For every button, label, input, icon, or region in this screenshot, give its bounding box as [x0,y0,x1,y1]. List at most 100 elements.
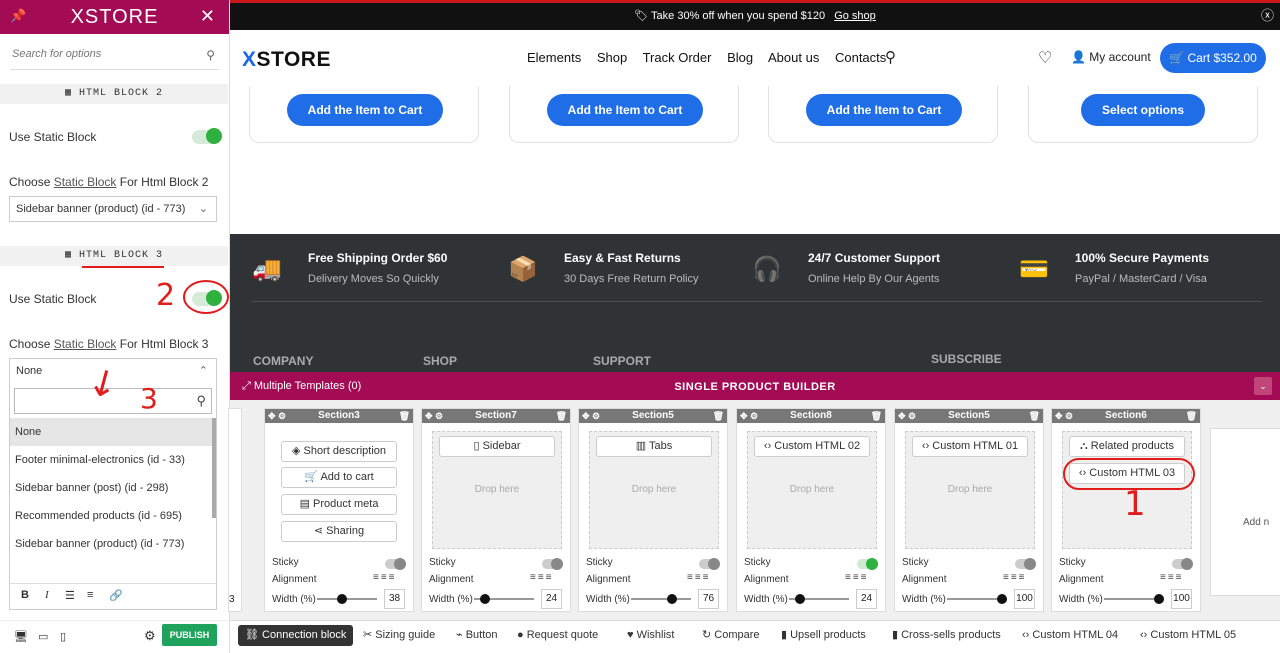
dropdown-scrollbar[interactable] [212,418,216,518]
width-value[interactable]: 24 [856,589,877,609]
section-header[interactable]: ✥ ⚙ Section5 🗑 [579,409,727,423]
drop-zone[interactable]: ‹› Custom HTML 02 Drop here [747,431,877,549]
section-header[interactable]: ✥ ⚙ Section5 🗑 [895,409,1043,423]
nav-contacts[interactable]: Contacts [835,50,886,65]
trash-icon[interactable]: 🗑 [399,409,410,423]
link-icon[interactable]: 🔗 [109,589,123,602]
nav-shop[interactable]: Shop [597,50,627,65]
move-settings-icon[interactable]: ✥ ⚙ [740,409,758,423]
chevron-down-icon[interactable]: ⌄ [1254,377,1272,395]
static-block-link[interactable]: Static Block [54,175,117,189]
section-header[interactable]: ✥ ⚙ Section8 🗑 [737,409,885,423]
block-chip[interactable]: ▮ Cross-sells products [885,625,1008,646]
bold-icon[interactable]: B [21,589,29,601]
move-settings-icon[interactable]: ✥ ⚙ [425,409,443,423]
width-value[interactable]: 100 [1014,589,1035,609]
sticky-toggle[interactable] [699,558,720,570]
move-settings-icon[interactable]: ✥ ⚙ [268,409,286,423]
options-search[interactable]: ⚲ [10,44,219,70]
sticky-toggle[interactable] [1015,558,1036,570]
alignment-icons[interactable]: ≡≡≡ [687,572,711,583]
nav-about-us[interactable]: About us [768,50,819,65]
alignment-icons[interactable]: ≡≡≡ [1160,572,1184,583]
alignment-icons[interactable]: ≡≡≡ [1003,572,1027,583]
search-icon[interactable]: ⚲ [885,48,896,66]
nav-elements[interactable]: Elements [527,50,581,65]
bullet-list-icon[interactable]: ☰ [65,589,75,602]
trash-icon[interactable]: 🗑 [556,409,567,423]
section-header[interactable]: ✥ ⚙ Section7 🗑 [422,409,570,423]
drop-zone[interactable]: ▯ Sidebar Drop here [432,431,562,549]
block-chip[interactable]: ♥ Wishlist [620,625,681,646]
trash-icon[interactable]: 🗑 [713,409,724,423]
width-value[interactable]: 100 [1171,589,1192,609]
dropdown-option[interactable]: None [10,418,216,446]
add-to-cart-button[interactable]: Add the Item to Cart [806,94,962,126]
close-icon[interactable]: ✕ [200,6,215,27]
dropdown-option[interactable]: Footer minimal-electronics (id - 33) [10,446,216,474]
drop-zone[interactable]: ◈ Short description 🛒 Add to cart ▤ Prod… [275,431,405,549]
add-to-cart-button[interactable]: Add the Item to Cart [547,94,703,126]
block-item[interactable]: ▯ Sidebar [439,436,555,457]
block-item[interactable]: ‹› Custom HTML 01 [912,436,1028,457]
block-item[interactable]: 🛒 Add to cart [281,467,397,488]
nav-track-order[interactable]: Track Order [643,50,712,65]
drop-zone[interactable]: ‹› Custom HTML 01 Drop here [905,431,1035,549]
width-slider[interactable] [317,598,377,600]
block-chip[interactable]: ⛓ Connection block [238,625,354,646]
cart-button[interactable]: 🛒 Cart $352.00 [1160,43,1266,73]
block-chip[interactable]: ↻ Compare [695,625,767,646]
move-settings-icon[interactable]: ✥ ⚙ [1055,409,1073,423]
block-chip[interactable]: ✂ Sizing guide [356,625,442,646]
alignment-icons[interactable]: ≡≡≡ [845,572,869,583]
block-item[interactable]: ▤ Product meta [281,494,397,515]
move-settings-icon[interactable]: ✥ ⚙ [898,409,916,423]
publish-button[interactable]: PUBLISH [162,624,217,646]
slider-handle[interactable] [1154,594,1164,604]
move-settings-icon[interactable]: ✥ ⚙ [582,409,600,423]
sticky-toggle[interactable] [385,558,406,570]
nav-blog[interactable]: Blog [727,50,753,65]
block-item[interactable]: ▥ Tabs [596,436,712,457]
block-item[interactable]: ◈ Short description [281,441,397,462]
add-section-area[interactable]: Add n [1210,428,1280,596]
block-chip[interactable]: ⌁ Button [449,625,505,646]
static-block-toggle-2[interactable] [192,128,222,144]
mobile-icon[interactable]: ▯ [60,630,66,643]
tablet-icon[interactable]: ▭ [38,630,48,643]
width-slider[interactable] [631,598,691,600]
close-icon[interactable]: ⓧ [1261,3,1274,29]
sticky-toggle[interactable] [1172,558,1193,570]
block-item[interactable]: ⋖ Sharing [281,521,397,542]
alignment-icons[interactable]: ≡≡≡ [373,572,397,583]
slider-handle[interactable] [997,594,1007,604]
account-link[interactable]: 👤 My account [1071,50,1151,64]
width-value[interactable]: 24 [541,589,562,609]
block-item[interactable]: ⛬ Related products [1069,436,1185,457]
sticky-toggle[interactable] [857,558,878,570]
block-chip[interactable]: ▮ Upsell products [774,625,873,646]
alignment-icons[interactable]: ≡≡≡ [530,572,554,583]
italic-icon[interactable]: I [45,589,49,601]
slider-handle[interactable] [667,594,677,604]
dropdown-option[interactable]: Sidebar banner (product) (id - 773) [10,530,216,558]
dropdown-option[interactable]: Recommended products (id - 695) [10,502,216,530]
slider-handle[interactable] [795,594,805,604]
add-to-cart-button[interactable]: Add the Item to Cart [287,94,443,126]
static-block-select-2[interactable]: Sidebar banner (product) (id - 773) ⌄ [9,196,217,222]
block-chip[interactable]: ‹› Custom HTML 04 [1015,625,1125,646]
drop-zone[interactable]: ▥ Tabs Drop here [589,431,719,549]
trash-icon[interactable]: 🗑 [1029,409,1040,423]
width-value[interactable]: 38 [384,589,405,609]
dropdown-option[interactable]: Sidebar banner (post) (id - 298) [10,474,216,502]
trash-icon[interactable]: 🗑 [871,409,882,423]
select-options-button[interactable]: Select options [1081,94,1205,126]
wishlist-heart-icon[interactable]: ♡ [1038,48,1052,68]
options-search-input[interactable] [10,44,219,64]
desktop-icon[interactable]: 🖥 [14,630,28,643]
section-header[interactable]: ✥ ⚙ Section6 🗑 [1052,409,1200,423]
block-chip[interactable]: ‹› Custom HTML 05 [1133,625,1243,646]
trash-icon[interactable]: 🗑 [1186,409,1197,423]
block-chip[interactable]: ● Request quote [510,625,605,646]
sticky-toggle[interactable] [542,558,563,570]
